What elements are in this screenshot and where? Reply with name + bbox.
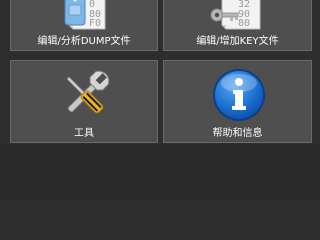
- key-file-icon: 32 90 80: [210, 0, 261, 30]
- edit-dump-file-label: 编辑/分析DUMP文件: [37, 36, 131, 47]
- dump-file-icon: 0 80 F0: [64, 0, 106, 30]
- dump-digit-3: F0: [89, 18, 101, 29]
- help-info-tile[interactable]: 帮助和信息: [163, 60, 312, 143]
- help-info-label: 帮助和信息: [212, 128, 263, 139]
- edit-key-file-label: 编辑/增加KEY文件: [196, 36, 279, 47]
- edit-dump-file-tile[interactable]: 0 80 F0 编辑/分析DUMP文件: [10, 0, 158, 51]
- tools-label: 工具: [74, 128, 94, 139]
- empty-bottom-area: [0, 144, 320, 200]
- edit-key-file-tile[interactable]: 32 90 80 编辑/增加KEY文件: [163, 0, 312, 51]
- tools-tile[interactable]: 工具: [10, 60, 158, 143]
- key-digit-3: 80: [238, 18, 250, 29]
- tools-icon: [66, 70, 110, 114]
- info-icon: [213, 69, 265, 121]
